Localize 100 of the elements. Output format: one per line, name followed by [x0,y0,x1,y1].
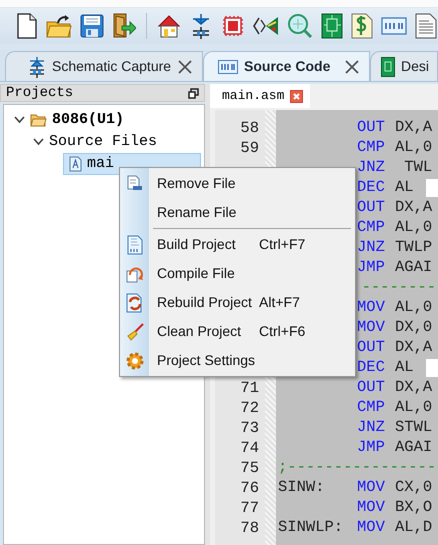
code-operand: CX,0 [395,477,432,498]
code-label: SINWLP: [277,517,344,538]
code-operand: AL [395,177,414,198]
code-operand: DX,A [395,377,432,398]
line-number: 59 [240,139,259,157]
code-operand: AL,0 [395,297,432,318]
assembly-file-icon [69,156,82,172]
tab[interactable]: Source Code [203,51,370,81]
line-number: 58 [240,119,259,137]
tab[interactable]: Schematic Capture [5,51,203,81]
tab-label: Source Code [244,57,330,76]
close-icon[interactable] [345,60,359,74]
code-keyword: JMP [357,257,386,278]
close-icon[interactable] [290,90,304,102]
file-tab[interactable]: main.asm [210,84,310,108]
code-keyword: MOV [357,477,386,498]
dollar-document-icon[interactable] [351,13,373,39]
exit-door-icon[interactable] [112,13,136,39]
code-operand: STWL [395,417,432,438]
code-keyword: MOV [357,317,386,338]
code-operand: AGAI [395,437,432,458]
gear-icon [126,352,144,370]
code-operand: TWLP [395,237,432,258]
line-number: 75 [240,459,259,477]
code-keyword: DEC [357,357,386,378]
remove-document-icon [126,174,142,192]
rebuild-icon [126,292,144,312]
restore-icon[interactable] [188,88,199,98]
folder-icon [30,113,47,127]
code-keyword: OUT [357,377,386,398]
code-keyword: CMP [357,217,386,238]
compile-icon [126,264,144,282]
shortcut-label: Ctrl+F6 [259,322,306,341]
line-number: 71 [240,379,259,397]
menu-item[interactable]: Compile File [120,259,355,288]
collapse-icon[interactable] [14,116,24,124]
new-file-icon[interactable] [16,13,38,39]
code-operand: AL,D [395,517,432,538]
menu-item[interactable]: Build Project Ctrl+F7 [120,230,355,259]
tab-label: Schematic Capture [52,57,172,76]
binary-document-icon [126,234,142,254]
circuit-board-icon[interactable] [381,56,395,76]
open-folder-icon[interactable] [46,14,72,38]
code-operand: AL,0 [395,217,432,238]
code-keyword: MOV [357,517,386,538]
tree-item-label[interactable]: mai [87,152,114,176]
menu-item[interactable]: Clean Project Ctrl+F6 [120,317,355,346]
tab[interactable]: Desi [370,51,438,81]
code-keyword: JMP [357,437,386,458]
text-document-icon[interactable] [415,13,437,39]
collapse-icon[interactable] [32,138,44,146]
code-operand: DX,A [395,337,432,358]
code-operand: DX,A [395,117,432,138]
save-icon[interactable] [80,14,104,38]
code-keyword: MOV [357,497,386,518]
line-number: 72 [240,399,259,417]
eye-board-icon[interactable] [253,14,279,38]
code-keyword: OUT [357,197,386,218]
binary-icon[interactable] [218,60,238,74]
code-keyword: JNZ [357,157,386,178]
tree-item-label[interactable]: Source Files [49,130,158,154]
code-operand: TWL [403,157,432,178]
code-operand: AL,0 [395,397,432,418]
code-comment: ;---------------- [277,457,436,478]
code-operand: AL,0 [395,137,432,158]
code-keyword: OUT [357,337,386,358]
magnifier-icon[interactable] [287,13,313,39]
shortcut-label: Alt+F7 [259,293,300,312]
code-operand: BX,O [395,497,432,518]
code-keyword: CMP [357,137,386,158]
menu-item[interactable]: Rebuild Project Alt+F7 [120,288,355,317]
code-keyword: CMP [357,397,386,418]
binary-icon[interactable] [381,17,407,35]
menu-item[interactable]: Rename File [120,198,355,227]
tree-item-label[interactable]: 8086(U1) [52,108,124,132]
code-keyword: OUT [357,117,386,138]
code-keyword: JNZ [357,417,386,438]
panel-title: Projects [6,84,74,102]
line-number: 78 [240,519,259,537]
code-operand: AL [395,357,414,378]
tab-label: Desi [401,57,430,76]
code-operand: DX,A [395,197,432,218]
chip-icon[interactable] [221,14,245,38]
line-number: 76 [240,479,259,497]
circuit-board-icon[interactable] [321,13,343,39]
circuit-symbol-icon[interactable] [28,56,46,78]
menu-item[interactable]: Project Settings [120,346,355,375]
close-icon[interactable] [178,60,192,74]
line-number: 77 [240,499,259,517]
code-comment: -------- [362,277,437,298]
code-keyword: DEC [357,177,386,198]
house-icon[interactable] [157,14,181,38]
code-operand: DX,0 [395,317,432,338]
code-label: SINW: [277,477,326,498]
line-number: 74 [240,439,259,457]
code-keyword: MOV [357,297,386,318]
broom-icon [126,322,144,340]
code-operand: AGAI [395,257,432,278]
shortcut-label: Ctrl+F7 [259,235,306,254]
code-keyword: JNZ [357,237,386,258]
